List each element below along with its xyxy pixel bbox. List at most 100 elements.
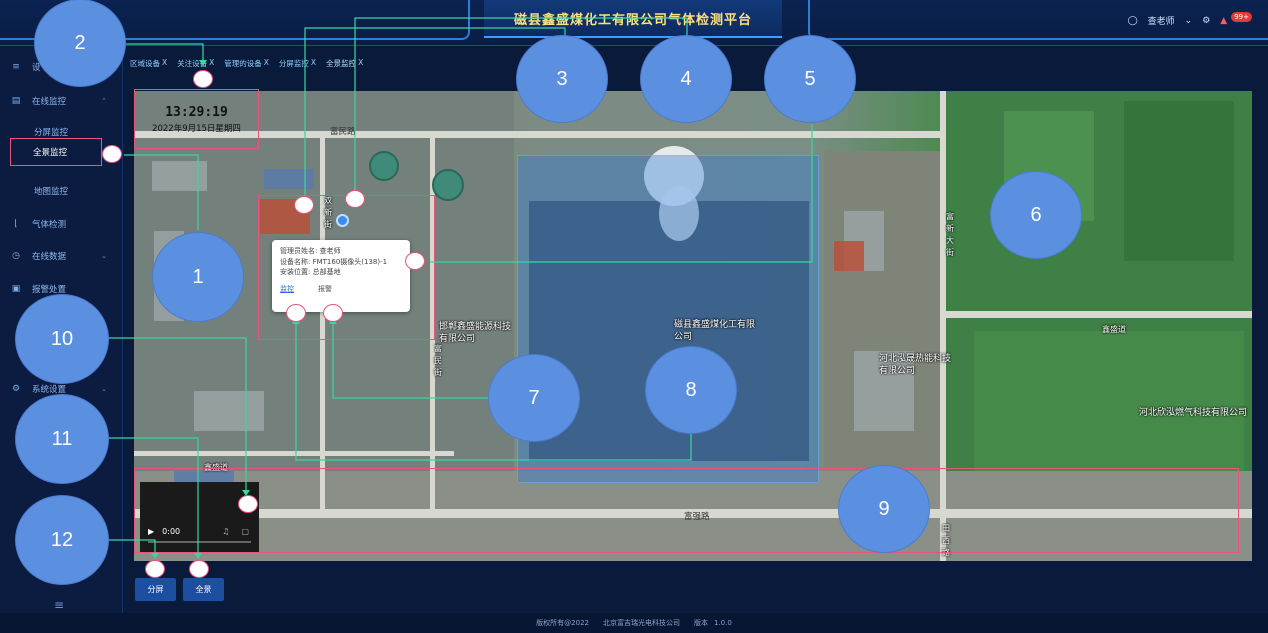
play-icon[interactable]: ▶	[148, 527, 154, 536]
sidebar-item-label: 气体检测	[32, 220, 67, 230]
sidebar-item-online-monitor[interactable]: ▤ 在线监控 ⌃	[0, 88, 123, 114]
close-icon[interactable]: X	[209, 58, 214, 69]
sidebar-item-label: 报警处置	[32, 285, 67, 295]
road-xinsheng-lower	[134, 451, 454, 456]
annotation-callout-5: 5	[765, 36, 855, 122]
sidebar-item-online-data[interactable]: ◷ 在线数据 ⌄	[0, 243, 123, 269]
annotation-dot	[102, 145, 122, 163]
annotation-dot	[323, 304, 343, 322]
split-screen-button[interactable]: 分屏	[135, 578, 176, 601]
popup-admin: 管理员姓名: 查老师	[280, 247, 341, 255]
company-label-xinhong: 河北欣泓燃气科技有限公司	[1139, 408, 1248, 418]
company-label-xinsheng-coal: 磁县鑫盛煤化工有限公司	[674, 320, 756, 342]
annotation-callout-4: 4	[641, 36, 731, 122]
clock-date: 2022年9月15日星期四	[152, 123, 241, 134]
sidebar-subitem-map-monitor[interactable]: 地图监控	[12, 180, 102, 202]
clock-icon: ◷	[12, 251, 20, 261]
video-time: 0:00	[162, 527, 181, 536]
building	[152, 161, 207, 191]
mute-icon[interactable]: ♫	[222, 527, 229, 536]
tab-followed-devices[interactable]: 关注设备 X	[177, 58, 214, 69]
collapse-menu-icon[interactable]: ≡	[54, 598, 64, 612]
alarm-link[interactable]: 报警	[318, 284, 332, 295]
annotation-callout-3: 3	[517, 36, 607, 122]
monitor-link[interactable]: 监控	[280, 284, 294, 295]
monitor-icon: ▤	[11, 96, 21, 106]
footer-version-label: 版本	[694, 619, 708, 627]
building	[264, 169, 314, 189]
footer-version: 1.0.0	[714, 619, 732, 627]
plant-highlight-region[interactable]	[517, 155, 819, 483]
popup-device: 设备名称: FMT160摄像头(138)-1	[280, 257, 388, 266]
close-icon[interactable]: X	[162, 58, 167, 69]
thermometer-icon: ⌊	[14, 219, 18, 229]
industrial-zone-mid	[824, 151, 944, 481]
camera-marker-icon[interactable]	[336, 214, 349, 227]
clock-time: 13:29:19	[165, 104, 228, 120]
road-label-fumin: 富民路	[330, 127, 356, 137]
building	[834, 241, 864, 271]
annotation-callout-9: 9	[839, 466, 929, 552]
sidebar-item-gas-detection[interactable]: ⌊ 气体检测	[0, 211, 123, 237]
footer-company: 北京富吉瑞光电科技公司	[603, 619, 680, 627]
tab-label: 关注设备	[177, 59, 208, 68]
building	[194, 391, 264, 431]
user-icon[interactable]: ◯	[1128, 16, 1138, 26]
footer: 版权所有@2022 北京富吉瑞光电科技公司 版本 1.0.0	[0, 613, 1268, 633]
annotation-dot	[238, 495, 258, 513]
bell-icon[interactable]: ▲	[1220, 16, 1227, 26]
gear-icon: ⚙	[11, 384, 21, 394]
chevron-up-icon: ⌃	[101, 97, 107, 105]
road-xinsheng	[946, 311, 1252, 318]
company-label-xinsheng-energy: 邯郸鑫盛能源科技有限公司	[439, 322, 512, 344]
tab-label: 全景监控	[326, 59, 357, 68]
sliders-icon: ≡	[12, 62, 20, 72]
user-name[interactable]: 查老师	[1148, 14, 1175, 27]
storage-tank	[369, 151, 399, 181]
panorama-button[interactable]: 全景	[183, 578, 224, 601]
tab-label: 管理的设备	[224, 59, 262, 68]
annotation-callout-12: 12	[16, 496, 108, 584]
user-area: ◯ 查老师 ⌄ ⚙ ▲ 99+	[1128, 11, 1252, 27]
sidebar-subitem-panorama-monitor[interactable]: 全景监控	[10, 138, 102, 166]
annotation-dot	[189, 560, 209, 578]
storage-tank	[432, 169, 464, 201]
annotation-dot	[286, 304, 306, 322]
annotation-dot	[294, 196, 314, 214]
video-player[interactable]: ▶ 0:00 ♫ ▢	[140, 482, 259, 552]
annotation-dot	[145, 560, 165, 578]
street-label-fuxin: 富新大街	[946, 212, 954, 257]
annotation-callout-10: 10	[16, 295, 108, 383]
clock-panel: 13:29:19 2022年9月15日星期四	[134, 89, 259, 149]
footer-copyright: 版权所有@2022	[536, 619, 589, 627]
annotation-callout-1: 1	[153, 233, 243, 321]
annotation-callout-11: 11	[16, 395, 108, 483]
tab-area-devices[interactable]: 区域设备 X	[130, 58, 167, 69]
tab-panorama-monitor[interactable]: 全景监控 X	[326, 58, 363, 69]
street-label-fumin: 富民街	[434, 344, 442, 377]
tab-label: 区域设备	[130, 59, 160, 68]
tab-bar: 区域设备 X 关注设备 X 管理的设备 X 分屏监控 X 全景监控 X	[130, 58, 363, 69]
company-label-hongsheng: 河北泓晟热能科技有限公司	[879, 354, 952, 376]
sidebar-item-label: 在线数据	[32, 252, 67, 262]
annotation-callout-7: 7	[489, 355, 579, 441]
video-progress-bar[interactable]	[148, 541, 251, 543]
chevron-down-icon[interactable]: ⌄	[1185, 16, 1193, 26]
video-strip-frame	[134, 468, 1239, 553]
chevron-down-icon: ⌄	[101, 252, 107, 260]
tab-split-monitor[interactable]: 分屏监控 X	[279, 58, 316, 69]
settings-icon[interactable]: ⚙	[1202, 16, 1210, 26]
annotation-dot	[193, 70, 213, 88]
notification-badge: 99+	[1231, 11, 1252, 22]
close-icon[interactable]: X	[358, 58, 363, 69]
annotation-dot	[345, 190, 365, 208]
close-icon[interactable]: X	[264, 58, 269, 69]
farmland-patch	[974, 331, 1244, 471]
sidebar-item-label: 在线监控	[32, 97, 67, 107]
close-icon[interactable]: X	[311, 58, 316, 69]
popup-location: 安装位置: 总部基地	[280, 268, 341, 276]
tab-managed-devices[interactable]: 管理的设备 X	[224, 58, 269, 69]
title-box: 磁县鑫盛煤化工有限公司气体检测平台	[484, 0, 782, 38]
fullscreen-icon[interactable]: ▢	[241, 527, 249, 536]
app-title: 磁县鑫盛煤化工有限公司气体检测平台	[513, 12, 752, 28]
